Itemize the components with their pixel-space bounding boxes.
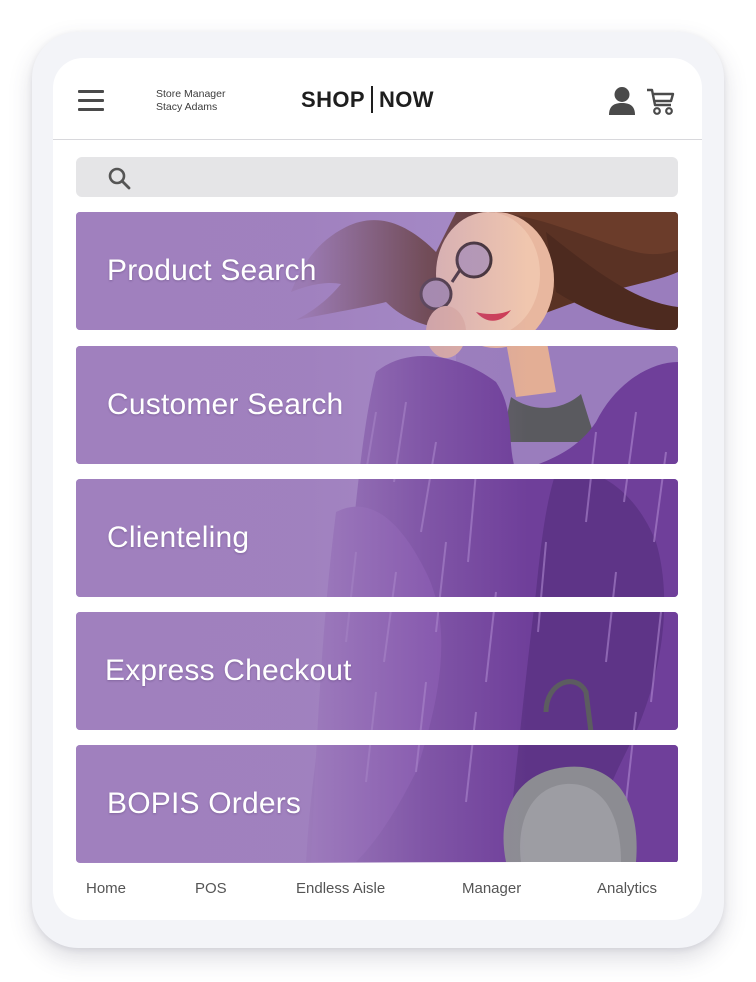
brand-separator <box>370 86 373 113</box>
nav-endless-aisle[interactable]: Endless Aisle <box>296 880 385 897</box>
tile-bopis-orders[interactable]: BOPIS Orders <box>76 745 678 863</box>
nav-analytics[interactable]: Analytics <box>597 880 657 897</box>
nav-pos[interactable]: POS <box>195 880 227 897</box>
brand-left: SHOP <box>301 86 365 112</box>
brand-right: NOW <box>378 86 434 112</box>
tile-label: BOPIS Orders <box>107 787 302 820</box>
tile-label: Express Checkout <box>105 654 352 687</box>
nav-home[interactable]: Home <box>86 880 126 897</box>
nav-manager[interactable]: Manager <box>462 880 521 897</box>
top-bar: Store Manager Stacy Adams SHOP NOW <box>53 58 702 140</box>
cart-icon[interactable] <box>645 86 677 116</box>
tile-label: Customer Search <box>107 388 344 421</box>
search-input[interactable] <box>142 157 666 199</box>
tile-clienteling[interactable]: Clienteling <box>76 479 678 597</box>
app-screen: Store Manager Stacy Adams SHOP NOW Produ… <box>53 58 702 920</box>
tile-express-checkout[interactable]: Express Checkout <box>76 612 678 730</box>
tile-label: Product Search <box>107 254 317 287</box>
search-bar[interactable] <box>76 157 678 199</box>
user-name: Stacy Adams <box>156 101 218 113</box>
tile-product-search[interactable]: Product Search <box>76 212 678 330</box>
brand-logo: SHOP NOW <box>301 86 434 113</box>
tile-customer-search[interactable]: Customer Search <box>76 346 678 464</box>
user-info: Store Manager Stacy Adams <box>156 88 225 114</box>
search-icon <box>108 167 131 190</box>
hamburger-menu-icon[interactable] <box>78 90 104 112</box>
person-icon[interactable] <box>608 86 636 116</box>
bottom-nav: Home POS Endless Aisle Manager Analytics <box>53 866 702 912</box>
top-bar-divider <box>53 139 702 140</box>
user-role: Store Manager <box>156 88 226 100</box>
tile-label: Clienteling <box>107 521 250 554</box>
